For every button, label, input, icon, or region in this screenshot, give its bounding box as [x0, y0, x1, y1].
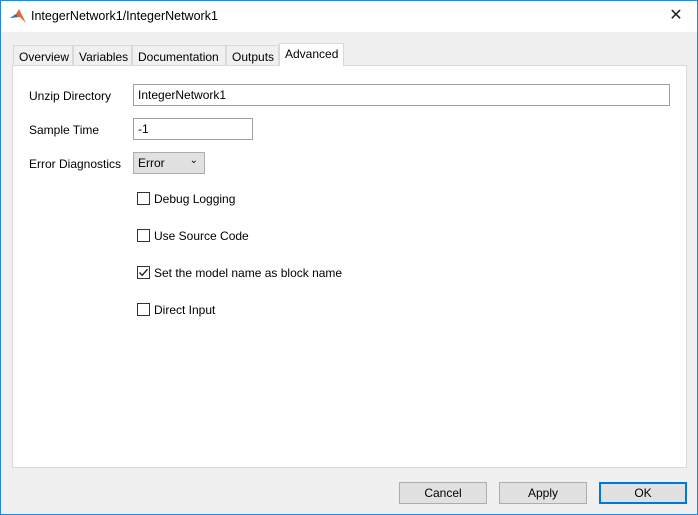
model-name-as-block-name-label[interactable]: Set the model name as block name — [154, 266, 342, 280]
selected-value: Error — [138, 156, 165, 170]
advanced-panel — [12, 65, 687, 468]
tab-outputs[interactable]: Outputs — [226, 45, 279, 66]
unzip-directory-input[interactable]: IntegerNetwork1 — [133, 84, 670, 106]
use-source-code-checkbox[interactable] — [137, 229, 150, 242]
tab-overview[interactable]: Overview — [13, 45, 73, 66]
tab-advanced[interactable]: Advanced — [279, 43, 344, 66]
title-bar: IntegerNetwork1/IntegerNetwork1 ✕ — [1, 1, 697, 32]
direct-input-label[interactable]: Direct Input — [154, 303, 215, 317]
sample-time-label: Sample Time — [29, 123, 100, 137]
sample-time-input[interactable]: -1 — [133, 118, 253, 140]
checkmark-icon — [138, 268, 149, 277]
ok-button[interactable]: OK — [599, 482, 687, 504]
use-source-code-label[interactable]: Use Source Code — [154, 229, 249, 243]
apply-button[interactable]: Apply — [499, 482, 587, 504]
debug-logging-label[interactable]: Debug Logging — [154, 192, 235, 206]
direct-input-checkbox[interactable] — [137, 303, 150, 316]
chevron-down-icon: ⌄ — [189, 155, 198, 166]
tab-documentation[interactable]: Documentation — [132, 45, 226, 66]
error-diagnostics-label: Error Diagnostics — [29, 157, 122, 171]
debug-logging-checkbox[interactable] — [137, 192, 150, 205]
dialog-window: IntegerNetwork1/IntegerNetwork1 ✕ Overvi… — [0, 0, 698, 515]
tab-variables[interactable]: Variables — [73, 45, 132, 66]
unzip-directory-label: Unzip Directory — [29, 89, 112, 103]
cancel-button[interactable]: Cancel — [399, 482, 487, 504]
close-icon[interactable]: ✕ — [665, 5, 687, 27]
matlab-logo-icon — [10, 9, 26, 23]
error-diagnostics-select[interactable]: Error ⌄ — [133, 152, 205, 174]
model-name-as-block-name-checkbox[interactable] — [137, 266, 150, 279]
window-title: IntegerNetwork1/IntegerNetwork1 — [31, 9, 218, 23]
